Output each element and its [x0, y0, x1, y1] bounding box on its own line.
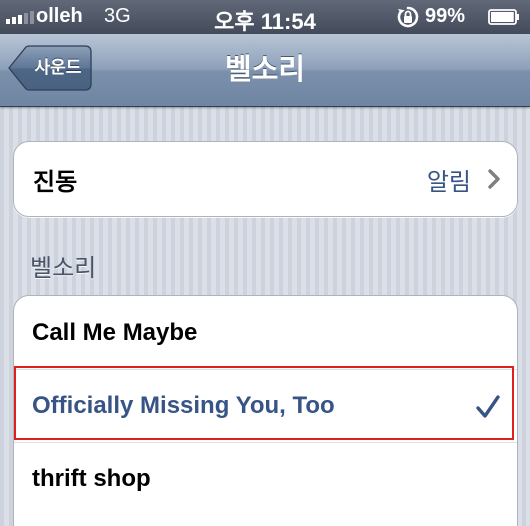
navigation-bar: 사운드 벨소리	[0, 34, 530, 107]
vibration-row[interactable]: 진동 알림	[14, 142, 517, 216]
back-button-label: 사운드	[34, 58, 82, 77]
battery-percent: 99%	[425, 5, 466, 27]
ringtone-section-header: 벨소리	[30, 255, 97, 282]
ringtone-label: Call Me Maybe	[32, 318, 198, 346]
ringtone-row-selected[interactable]: Officially Missing You, Too	[14, 369, 517, 442]
battery-icon	[488, 9, 519, 25]
vibration-value: 알림	[426, 168, 471, 196]
ringtone-list: Call Me Maybe Officially Missing You, To…	[13, 295, 518, 526]
ringtone-row[interactable]: thrift shop	[14, 442, 517, 515]
chevron-right-icon	[488, 169, 500, 189]
ringtone-label: thrift shop	[32, 465, 151, 492]
back-button[interactable]: 사운드	[8, 45, 92, 91]
checkmark-icon	[476, 395, 500, 418]
vibration-group: 진동 알림	[13, 141, 518, 217]
ringtone-row[interactable]: Call Me Maybe	[14, 296, 517, 369]
status-bar: olleh 3G 오후 11:54 99%	[0, 0, 530, 34]
vibration-label: 진동	[33, 168, 78, 196]
rotation-lock-icon	[397, 6, 419, 28]
ringtone-label: Officially Missing You, Too	[32, 392, 335, 419]
